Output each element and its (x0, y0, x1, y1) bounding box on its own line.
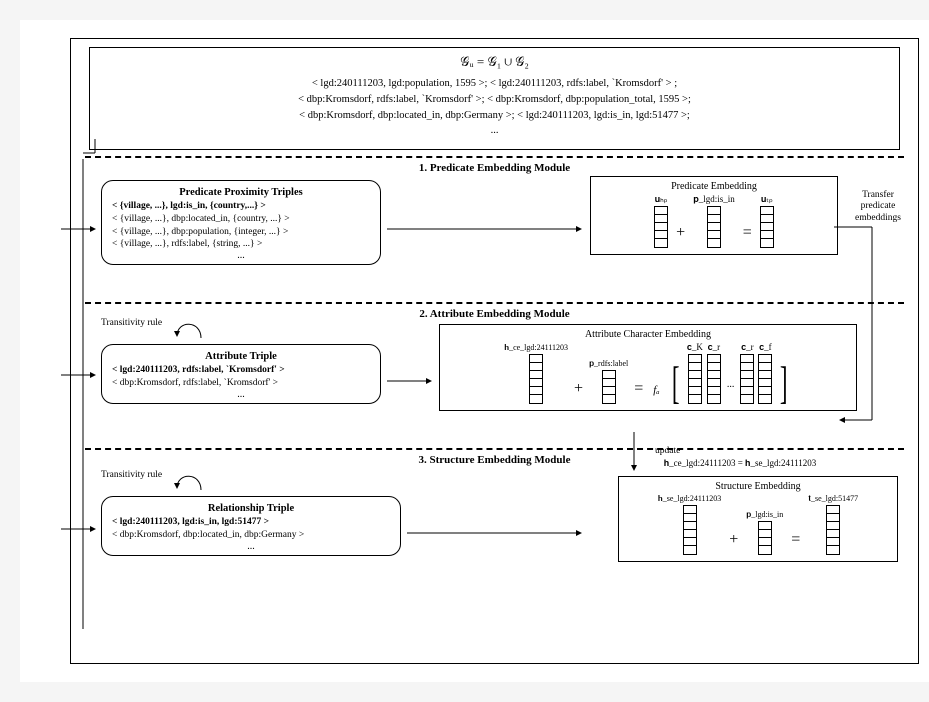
module3: Transitivity rule update 𝐡_ce_lgd:241112… (71, 468, 918, 598)
left-to-right-arrow-1 (387, 222, 587, 236)
update-arrow (627, 432, 641, 476)
transitivity-rule-label: Transitivity rule (101, 318, 162, 328)
block-title: Attribute Triple (112, 351, 370, 362)
diagram-page: 𝒢ᵤ = 𝒢₁ ∪ 𝒢₂ < lgd:240111203, lgd:popula… (20, 20, 929, 682)
triple-line: ... (100, 123, 889, 139)
triple-row: < {village, ...}, lgd:is_in, {country,..… (112, 200, 370, 213)
box-title: Attribute Character Embedding (448, 329, 848, 340)
left-to-right-arrow-2 (387, 374, 437, 388)
bus-to-left-arrow-2 (61, 368, 101, 382)
module1: Predicate Proximity Triples < {village, … (71, 176, 918, 296)
vec-tse: 𝐭_se_lgd:51477 (808, 494, 858, 555)
embedding-equation: 𝐮ₕₚ + 𝐩_lgd:is_in = 𝐮ₜₚ (599, 194, 829, 248)
bus-to-left-arrow-1 (61, 222, 101, 236)
box-title: Structure Embedding (627, 481, 889, 492)
triple-row: < dbp:Kromsdorf, dbp:located_in, dbp:Ger… (112, 529, 390, 542)
structure-embedding-box: Structure Embedding 𝐡_se_lgd:24111203 + … (618, 476, 898, 562)
vec-utp: 𝐮ₜₚ (760, 194, 774, 248)
vec-cr2: 𝐜_r (740, 342, 754, 404)
vec-p-lgd-isin: 𝐩_lgd:is_in (693, 194, 735, 248)
plus-icon: + (727, 531, 740, 555)
embedding-equation: 𝐡_se_lgd:24111203 + 𝐩_lgd:is_in = 𝐭_se_l… (627, 494, 889, 555)
module2: Transitivity rule Attribute Triple < lgd… (71, 322, 918, 442)
divider (85, 448, 904, 450)
top-to-bus-arrow (75, 139, 105, 167)
divider (85, 302, 904, 304)
relationship-triple-block: Relationship Triple < lgd:240111203, lgd… (101, 496, 401, 556)
triple-row: < lgd:240111203, rdfs:label, `Kromsdorf'… (112, 364, 370, 377)
triple-row: < {village, ...}, dbp:population, {integ… (112, 226, 370, 239)
equals-icon: = (741, 224, 754, 248)
union-graph-box: 𝒢ᵤ = 𝒢₁ ∪ 𝒢₂ < lgd:240111203, lgd:popula… (89, 47, 900, 150)
vec-p-lgd-isin2: 𝐩_lgd:is_in (746, 510, 783, 555)
attribute-char-embedding-box: Attribute Character Embedding 𝐡_ce_lgd:2… (439, 324, 857, 411)
update-equation: 𝐡_ce_lgd:24111203 = 𝐡_se_lgd:24111203 (615, 458, 865, 469)
equals-icon: = (632, 380, 645, 404)
triple-row: < {village, ...}, dbp:located_in, {count… (112, 213, 370, 226)
vec-p-rdfs: 𝐩_rdfs:label (589, 359, 628, 404)
triple-line: < dbp:Kromsdorf, dbp:located_in, dbp:Ger… (100, 108, 889, 124)
vec-hce: 𝐡_ce_lgd:24111203 (504, 343, 568, 404)
equals-icon: = (789, 531, 802, 555)
bus-to-left-arrow-3 (61, 522, 101, 536)
triple-line: < dbp:Kromsdorf, rdfs:label, `Kromsdorf'… (100, 92, 889, 108)
bracket-left-icon: [ (671, 362, 679, 404)
ellipsis-icon: ... (725, 379, 737, 404)
transitivity-rule-label: Transitivity rule (101, 470, 162, 480)
ellipsis: ... (112, 251, 370, 260)
header-triples: < lgd:240111203, lgd:population, 1595 >;… (100, 76, 889, 139)
box-title: Predicate Embedding (599, 181, 829, 192)
update-label: update (655, 446, 680, 456)
plus-icon: + (674, 224, 687, 248)
loop-arrow-3 (171, 468, 211, 494)
union-formula: 𝒢ᵤ = 𝒢₁ ∪ 𝒢₂ (100, 54, 889, 70)
left-to-right-arrow-3 (407, 526, 587, 540)
loop-arrow-2 (171, 316, 211, 342)
block-title: Predicate Proximity Triples (112, 187, 370, 198)
vec-hse: 𝐡_se_lgd:24111203 (658, 494, 721, 555)
ellipsis: ... (112, 390, 370, 399)
embedding-equation: 𝐡_ce_lgd:24111203 + 𝐩_rdfs:label = fₐ [ … (448, 342, 848, 404)
bracket-right-icon: ] (780, 362, 788, 404)
ellipsis: ... (112, 542, 390, 551)
module1-title: 1. Predicate Embedding Module (71, 162, 918, 174)
attribute-triple-block: Attribute Triple < lgd:240111203, rdfs:l… (101, 344, 381, 404)
vec-uhp: 𝐮ₕₚ (654, 194, 668, 248)
block-title: Relationship Triple (112, 503, 390, 514)
fa-label: fₐ (649, 384, 663, 404)
divider (85, 156, 904, 158)
outer-frame: 𝒢ᵤ = 𝒢₁ ∪ 𝒢₂ < lgd:240111203, lgd:popula… (70, 38, 919, 664)
triple-row: < lgd:240111203, lgd:is_in, lgd:51477 > (112, 516, 390, 529)
predicate-proximity-triples: Predicate Proximity Triples < {village, … (101, 180, 381, 265)
predicate-embedding-box: Predicate Embedding 𝐮ₕₚ + 𝐩_lgd:is_in = … (590, 176, 838, 255)
vec-cf: 𝐜_f (758, 342, 772, 404)
triple-line: < lgd:240111203, lgd:population, 1595 >;… (100, 76, 889, 92)
triple-row: < dbp:Kromsdorf, rdfs:label, `Kromsdorf'… (112, 377, 370, 390)
plus-icon: + (572, 380, 585, 404)
vec-cK: 𝐜_K (687, 342, 703, 404)
vec-cr1: 𝐜_r (707, 342, 721, 404)
